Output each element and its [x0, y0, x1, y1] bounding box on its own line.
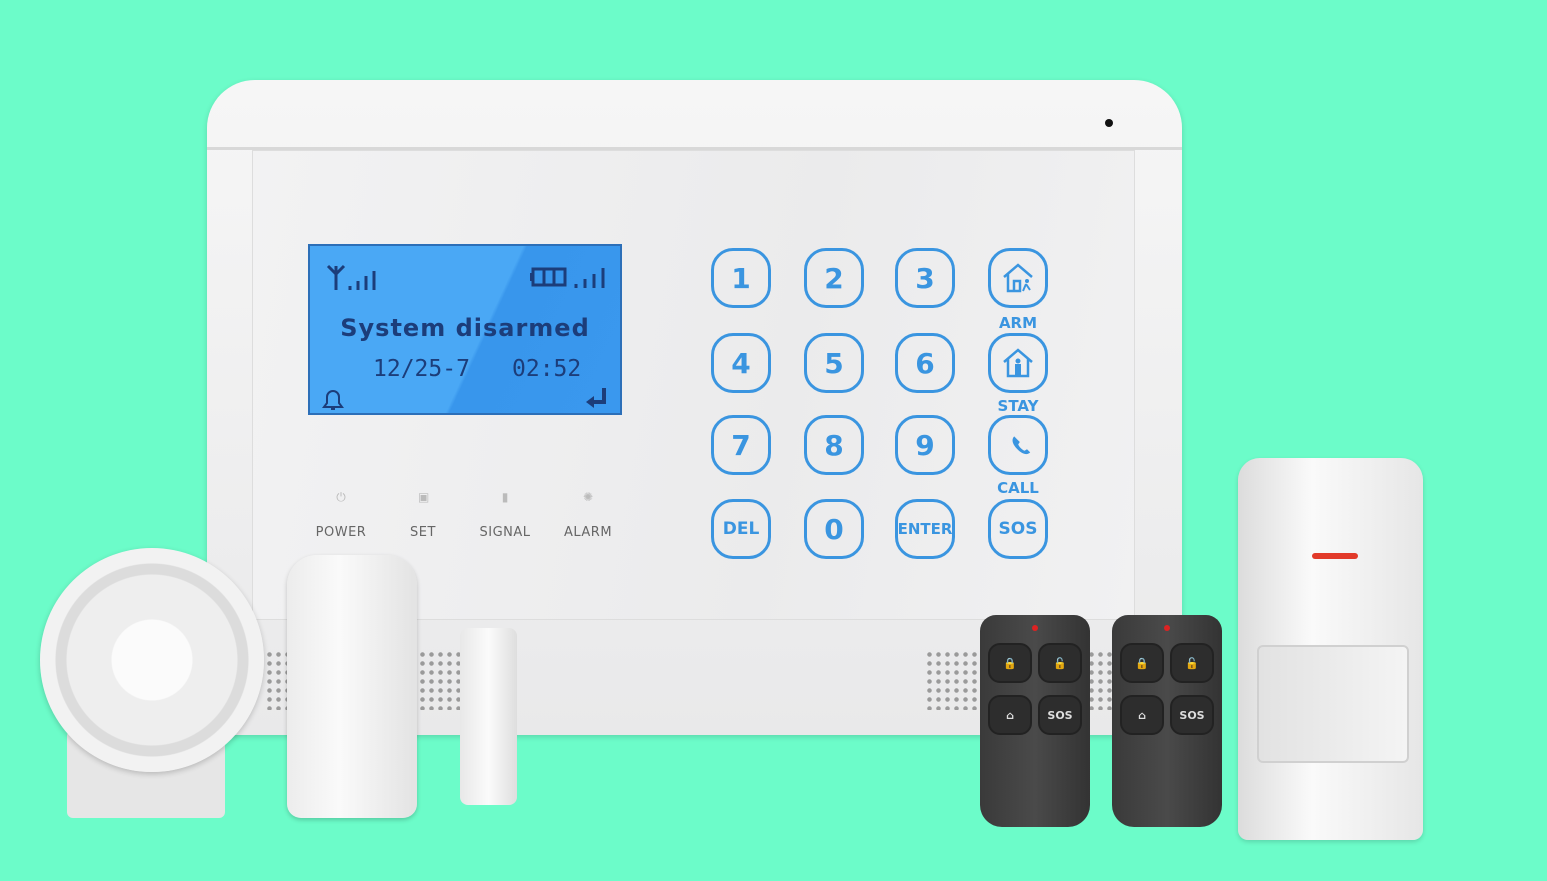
lcd-date: 12/25-7	[373, 356, 470, 382]
house-stay-icon	[1003, 348, 1033, 378]
remote-sos-button: SOS	[1038, 695, 1082, 735]
sos-button[interactable]: SOS	[988, 499, 1048, 559]
call-button[interactable]	[988, 415, 1048, 475]
door-sensor	[287, 555, 417, 818]
door-magnet	[460, 628, 517, 805]
key-3[interactable]: 3	[895, 248, 955, 308]
home-button-icon: ⌂	[1120, 695, 1164, 735]
arm-button[interactable]	[988, 248, 1048, 308]
stay-button[interactable]	[988, 333, 1048, 393]
key-1[interactable]: 1	[711, 248, 771, 308]
key-6[interactable]: 6	[895, 333, 955, 393]
power-led-icon: ⏻	[336, 490, 346, 504]
bell-icon	[322, 390, 344, 410]
stay-label: STAY	[997, 397, 1039, 415]
microphone-hole	[1105, 119, 1113, 127]
key-8[interactable]: 8	[804, 415, 864, 475]
indicator-label-power: POWER	[315, 525, 367, 540]
pir-led	[1312, 553, 1358, 559]
enter-arrow-icon	[586, 388, 606, 408]
antenna-signal-icon	[326, 264, 376, 290]
lcd-status-message: System disarmed	[340, 314, 590, 342]
battery-icon	[530, 267, 567, 287]
lock-button-icon: 🔒	[1120, 643, 1164, 683]
enter-button[interactable]: ENTER	[895, 499, 955, 559]
key-4[interactable]: 4	[711, 333, 771, 393]
key-9[interactable]: 9	[895, 415, 955, 475]
lock-button-icon: 🔒	[988, 643, 1032, 683]
call-label: CALL	[997, 479, 1039, 497]
del-button[interactable]: DEL	[711, 499, 771, 559]
siren	[40, 548, 264, 772]
lcd-time: 02:52	[512, 356, 582, 382]
remote-control: 🔒 🔓 ⌂ SOS	[980, 615, 1090, 827]
indicator-label-signal: SIGNAL	[479, 525, 531, 540]
signal-led-icon: ▮	[501, 490, 509, 504]
key-5[interactable]: 5	[804, 333, 864, 393]
key-2[interactable]: 2	[804, 248, 864, 308]
indicator-label-alarm: ALARM	[563, 525, 613, 540]
key-0[interactable]: 0	[804, 499, 864, 559]
unlock-button-icon: 🔓	[1170, 643, 1214, 683]
house-away-icon	[1003, 263, 1033, 293]
remote-led	[1032, 625, 1038, 631]
remote-sos-button: SOS	[1170, 695, 1214, 735]
indicator-label-set: SET	[410, 525, 436, 540]
home-button-icon: ⌂	[988, 695, 1032, 735]
remote-control: 🔒 🔓 ⌂ SOS	[1112, 615, 1222, 827]
alarm-led-icon: ✺	[583, 490, 594, 504]
phone-icon	[1012, 436, 1031, 455]
signal-bars-icon	[574, 268, 605, 288]
unlock-button-icon: 🔓	[1038, 643, 1082, 683]
key-7[interactable]: 7	[711, 415, 771, 475]
set-led-icon: ▣	[418, 490, 430, 504]
pir-lens	[1257, 645, 1409, 763]
lcd-screen: System disarmed 12/25-7 02:52	[308, 244, 622, 415]
remote-led	[1164, 625, 1170, 631]
arm-label: ARM	[998, 314, 1038, 332]
